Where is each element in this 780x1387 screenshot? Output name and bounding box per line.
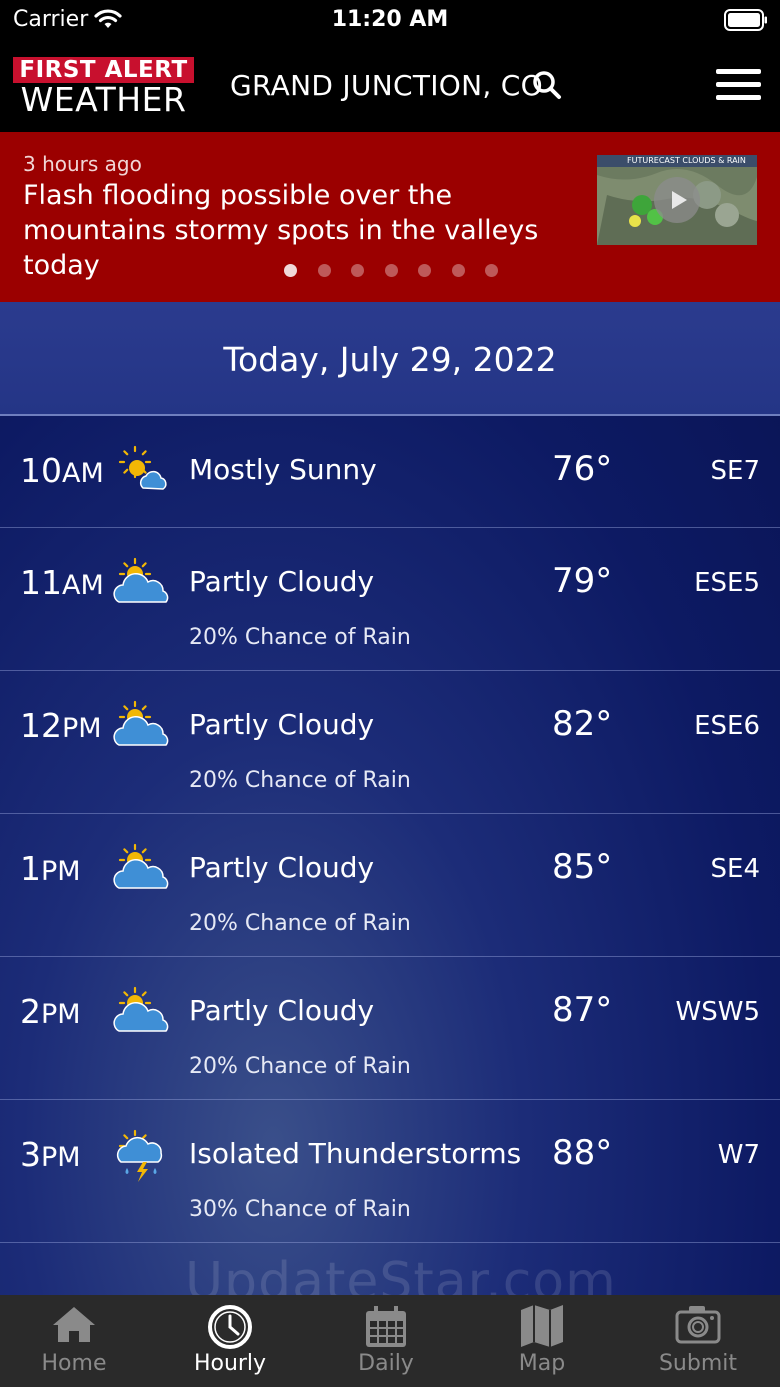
- wind-value: SE4: [710, 854, 760, 884]
- rain-chance: 20% Chance of Rain: [189, 911, 411, 936]
- temperature: 79°: [552, 561, 613, 601]
- carousel-dots: [0, 264, 780, 278]
- tab-label: Submit: [658, 1351, 738, 1376]
- hour-number: 3: [20, 1135, 41, 1174]
- tab-label: Hourly: [193, 1351, 267, 1376]
- battery-icon: [724, 9, 768, 35]
- condition-text: Partly Cloudy: [189, 851, 375, 884]
- carousel-dot[interactable]: [317, 264, 331, 277]
- carousel-dot[interactable]: [284, 264, 297, 277]
- hour-label: 10AM: [20, 451, 104, 490]
- condition-text: Isolated Thunderstorms: [189, 1137, 522, 1170]
- tab-label: Daily: [358, 1351, 414, 1376]
- rain-chance: 20% Chance of Rain: [189, 1054, 411, 1079]
- hour-number: 10: [20, 451, 62, 490]
- clock-time: 11:20 AM: [331, 7, 449, 32]
- clock-icon: [207, 1304, 253, 1354]
- date-header: Today, July 29, 2022: [0, 302, 780, 416]
- condition-text: Partly Cloudy: [189, 994, 375, 1027]
- thumbnail-caption: FUTURECAST CLOUDS & RAIN: [597, 155, 757, 167]
- carousel-dot[interactable]: [485, 264, 498, 277]
- wind-value: ESE6: [694, 711, 760, 741]
- tab-hourly[interactable]: Hourly: [152, 1295, 308, 1387]
- carousel-dot[interactable]: [418, 264, 431, 277]
- hourly-row[interactable]: 11AM Partly Cloudy 79° ESE5 20% Chance of Ra…: [0, 528, 780, 671]
- hourly-row[interactable]: 2PM Partly Cloudy 87° WSW5 20% Chance of Rai…: [0, 957, 780, 1100]
- app-header: FIRST ALERT WEATHER GRAND JUNCTION, CO: [0, 42, 780, 132]
- condition-text: Partly Cloudy: [189, 708, 375, 741]
- news-banner[interactable]: 3 hours ago Flash flooding possible over…: [0, 132, 780, 302]
- tab-label: Home: [41, 1351, 107, 1376]
- wind-value: ESE5: [694, 568, 760, 598]
- partly-cloudy-icon: [113, 842, 171, 902]
- hourly-forecast: Today, July 29, 2022 10AM Mostly Sunny 76°…: [0, 302, 780, 1295]
- tab-label: Map: [518, 1351, 566, 1376]
- hour-label: 3PM: [20, 1135, 81, 1174]
- hour-ampm: AM: [62, 458, 104, 489]
- carousel-dot[interactable]: [351, 264, 364, 277]
- hour-ampm: PM: [62, 713, 102, 744]
- search-icon[interactable]: [532, 70, 562, 104]
- tab-submit[interactable]: Submit: [620, 1295, 776, 1387]
- location-title[interactable]: GRAND JUNCTION, CO: [230, 69, 543, 102]
- hour-ampm: AM: [62, 570, 104, 601]
- thunderstorm-icon: [113, 1128, 171, 1188]
- play-icon[interactable]: [654, 177, 700, 223]
- date-title: Today, July 29, 2022: [223, 340, 557, 379]
- hourly-row[interactable]: 12PM Partly Cloudy 82° ESE6 20% Chance of Ra…: [0, 671, 780, 814]
- hamburger-menu-icon[interactable]: [716, 69, 761, 108]
- hour-number: 11: [20, 563, 62, 602]
- condition-text: Partly Cloudy: [189, 565, 375, 598]
- mostly-sunny-icon: [113, 444, 171, 504]
- logo-bottom-text: WEATHER: [20, 80, 187, 119]
- calendar-icon: [363, 1304, 409, 1354]
- hourly-row[interactable]: 10AM Mostly Sunny 76° SE7: [0, 416, 780, 528]
- status-bar: Carrier 11:20 AM: [0, 0, 780, 42]
- rain-chance: 30% Chance of Rain: [189, 1197, 411, 1222]
- hour-label: 2PM: [20, 992, 81, 1031]
- carousel-dot[interactable]: [384, 264, 398, 277]
- hour-label: 11AM: [20, 563, 104, 602]
- news-timestamp: 3 hours ago: [23, 152, 142, 176]
- first-alert-weather-logo[interactable]: FIRST ALERT WEATHER: [13, 57, 194, 117]
- hour-ampm: PM: [41, 999, 81, 1030]
- hour-number: 1: [20, 849, 41, 888]
- carousel-dot[interactable]: [451, 264, 465, 277]
- wind-value: W7: [717, 1140, 760, 1170]
- tab-bar: Home Hourly Daily Map Submit: [0, 1295, 780, 1387]
- video-thumbnail[interactable]: FUTURECAST CLOUDS & RAIN: [597, 155, 757, 245]
- wind-value: WSW5: [675, 997, 760, 1027]
- tab-map[interactable]: Map: [464, 1295, 620, 1387]
- hour-ampm: PM: [41, 1142, 81, 1173]
- temperature: 88°: [552, 1133, 613, 1173]
- hourly-row[interactable]: 3PM Isolated Thunderstorms 88° W7 30% Chance…: [0, 1100, 780, 1243]
- tab-home[interactable]: Home: [0, 1295, 152, 1387]
- tab-daily[interactable]: Daily: [308, 1295, 464, 1387]
- temperature: 82°: [552, 704, 613, 744]
- wind-value: SE7: [710, 456, 760, 486]
- partly-cloudy-icon: [113, 985, 171, 1045]
- condition-text: Mostly Sunny: [189, 453, 377, 486]
- home-icon: [51, 1304, 97, 1348]
- partly-cloudy-icon: [113, 556, 171, 616]
- rain-chance: 20% Chance of Rain: [189, 625, 411, 650]
- temperature: 85°: [552, 847, 613, 887]
- map-icon: [519, 1304, 565, 1352]
- camera-icon: [675, 1304, 721, 1348]
- hour-number: 2: [20, 992, 41, 1031]
- partly-cloudy-icon: [113, 699, 171, 759]
- temperature: 76°: [552, 449, 613, 489]
- hour-label: 1PM: [20, 849, 81, 888]
- hour-number: 12: [20, 706, 62, 745]
- temperature: 87°: [552, 990, 613, 1030]
- hourly-row[interactable]: 1PM Partly Cloudy 85° SE4 20% Chance of Rain: [0, 814, 780, 957]
- hour-label: 12PM: [20, 706, 102, 745]
- hour-ampm: PM: [41, 856, 81, 887]
- rain-chance: 20% Chance of Rain: [189, 768, 411, 793]
